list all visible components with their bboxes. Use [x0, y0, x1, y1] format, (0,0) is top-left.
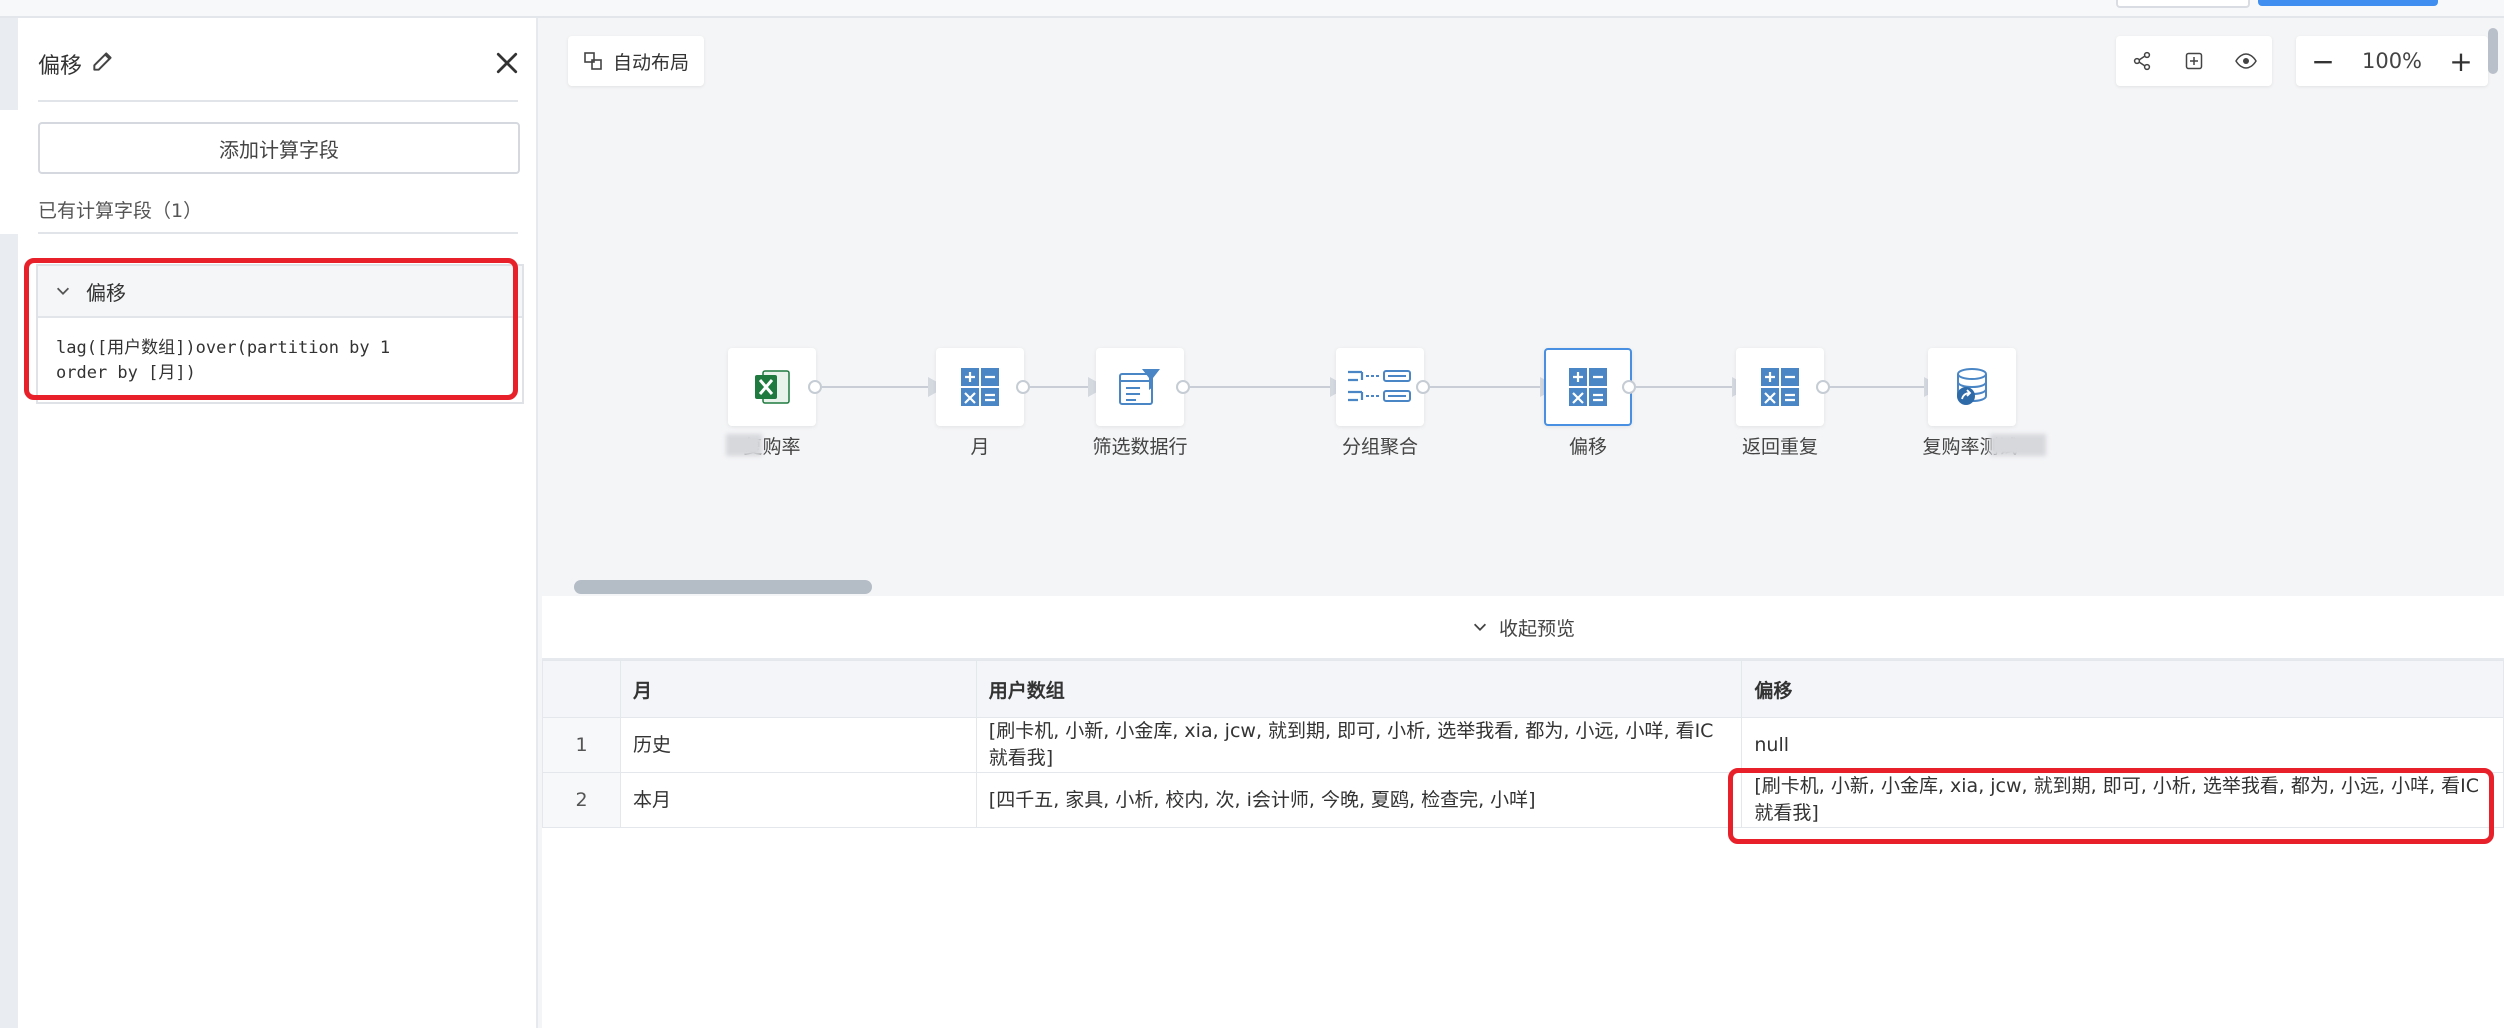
flow-node-dedupe[interactable]	[1736, 348, 1824, 426]
node-label: 返回重复	[1741, 436, 1818, 458]
flow-node-group[interactable]	[1336, 348, 1424, 426]
horizontal-scrollbar[interactable]	[574, 580, 872, 594]
cell-users: [四千五, 家具, 小析, 校内, 次, i会计师, 今晚, 夏鸥, 检查完, …	[975, 772, 1743, 828]
collapse-preview-label: 收起预览	[1498, 617, 1575, 640]
flow-edge	[1430, 386, 1546, 388]
preview-table: 月 用户数组 偏移 1 历史 [刷卡机, 小新, 小金库, xia, jcw, …	[542, 660, 2504, 828]
chevron-down-icon[interactable]	[54, 282, 72, 300]
node-label: 筛选数据行	[1092, 436, 1188, 458]
panel-title: 偏移	[38, 54, 83, 79]
filter-icon	[1119, 369, 1160, 405]
row-index: 2	[542, 772, 621, 828]
top-primary-button[interactable]	[2258, 0, 2438, 6]
add-node-icon[interactable]	[2181, 48, 2207, 74]
flow-node-output[interactable]	[1928, 348, 2016, 426]
calc-field-card[interactable]: 偏移 lag([用户数组])over(partition by 1 order …	[36, 264, 524, 404]
column-header-users[interactable]: 用户数组	[975, 660, 1743, 718]
add-calc-field-button[interactable]: 添加计算字段	[38, 122, 520, 174]
flow-node-filter[interactable]	[1096, 348, 1184, 426]
rail-active-marker	[0, 110, 18, 234]
flow-edge	[1636, 386, 1738, 388]
top-secondary-button[interactable]	[2116, 0, 2250, 8]
zoom-control: − 100% +	[2296, 36, 2488, 86]
zoom-in-button[interactable]: +	[2448, 45, 2474, 78]
column-header-month[interactable]: 月	[619, 660, 977, 718]
row-index: 1	[542, 717, 621, 773]
calculator-icon	[961, 368, 999, 406]
node-label: 复购率	[743, 436, 801, 458]
table-row: 1 历史 [刷卡机, 小新, 小金库, xia, jcw, 就到期, 即可, 小…	[542, 717, 2504, 773]
auto-layout-button[interactable]: 自动布局	[568, 36, 704, 86]
canvas-toolbar	[2116, 36, 2272, 86]
chevron-down-icon	[1473, 623, 1487, 631]
flow-node-offset[interactable]	[1544, 348, 1632, 426]
eye-icon[interactable]	[2233, 48, 2259, 74]
existing-fields-label: 已有计算字段（1）	[38, 200, 203, 222]
node-port[interactable]	[808, 380, 822, 394]
node-label: 分组聚合	[1341, 436, 1418, 458]
cell-users: [刷卡机, 小新, 小金库, xia, jcw, 就到期, 即可, 小析, 选举…	[975, 717, 1743, 773]
column-header-offset[interactable]: 偏移	[1741, 660, 2504, 718]
node-port[interactable]	[1176, 380, 1190, 394]
cell-month: 本月	[619, 772, 977, 828]
zoom-out-button[interactable]: −	[2310, 45, 2336, 78]
calculator-icon	[1761, 368, 1799, 406]
node-port[interactable]	[1816, 380, 1830, 394]
cell-month: 历史	[619, 717, 977, 773]
group-aggregate-icon	[1348, 370, 1411, 402]
auto-layout-icon	[584, 52, 602, 70]
calc-field-header[interactable]: 偏移	[38, 266, 522, 318]
flow-canvas[interactable]	[542, 18, 2504, 594]
excel-icon	[755, 370, 790, 404]
calc-field-formula[interactable]: lag([用户数组])over(partition by 1 order by …	[38, 318, 522, 404]
collapse-preview-button[interactable]: 收起预览	[542, 596, 2504, 660]
node-port[interactable]	[1622, 380, 1636, 394]
node-label: 偏移	[1568, 436, 1607, 458]
calc-field-panel: 偏移 添加计算字段 已有计算字段（1） 偏移 lag([用户数组])over(p…	[18, 18, 538, 1028]
database-icon	[1957, 368, 1987, 405]
divider	[38, 232, 518, 234]
node-label: 月	[970, 436, 990, 458]
cell-offset: [刷卡机, 小新, 小金库, xia, jcw, 就到期, 即可, 小析, 选举…	[1741, 772, 2504, 828]
flow-edge	[1190, 386, 1336, 388]
cell-offset: null	[1741, 717, 2504, 773]
flow-node-month[interactable]	[936, 348, 1024, 426]
zoom-level: 100%	[2361, 49, 2423, 73]
redacted-text	[726, 434, 762, 456]
node-port[interactable]	[1416, 380, 1430, 394]
divider	[38, 100, 518, 102]
calc-field-name: 偏移	[86, 280, 126, 305]
column-header-index	[542, 660, 621, 718]
calculator-icon	[1569, 368, 1607, 406]
close-icon[interactable]	[492, 48, 522, 78]
table-row: 2 本月 [四千五, 家具, 小析, 校内, 次, i会计师, 今晚, 夏鸥, …	[542, 772, 2504, 828]
table-header-row: 月 用户数组 偏移	[542, 660, 2504, 718]
edit-icon[interactable]	[90, 48, 116, 74]
vertical-scrollbar[interactable]	[2488, 28, 2498, 74]
auto-layout-label: 自动布局	[612, 51, 689, 74]
redacted-text	[1990, 434, 2046, 456]
share-icon[interactable]	[2129, 48, 2155, 74]
flow-edge	[1828, 386, 1930, 388]
left-rail	[0, 18, 18, 1028]
node-port[interactable]	[1016, 380, 1030, 394]
flow-node-source[interactable]	[728, 348, 816, 426]
